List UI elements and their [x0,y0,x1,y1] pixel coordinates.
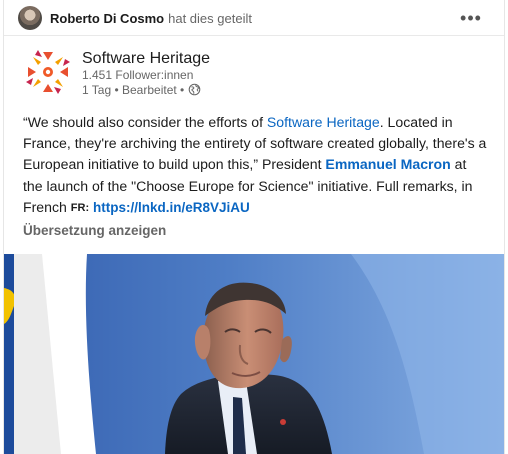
language-label: FR: [70,201,90,214]
emmanuel-macron-mention-link[interactable]: Emmanuel Macron [325,156,450,172]
software-heritage-mention-link[interactable]: Software Heritage [267,114,380,130]
show-translation-button[interactable]: Übersetzung anzeigen [23,223,166,238]
post-text-part: “We should also consider the efforts of [23,114,267,130]
post-time: 1 Tag • Bearbeitet • [82,83,210,97]
linkedin-post-card: Roberto Di Cosmo hat dies geteilt ••• So… [3,0,505,454]
more-icon: ••• [460,7,482,28]
organization-header: Software Heritage 1.451 Follower:innen 1… [22,46,490,104]
share-header: Roberto Di Cosmo hat dies geteilt ••• [18,5,490,31]
post-link[interactable]: https://lnkd.in/eR8VJiAU [93,200,250,215]
more-options-button[interactable]: ••• [458,8,484,28]
post-time-label: 1 Tag • Bearbeitet • [82,82,185,97]
follower-count: 1.451 Follower:innen [82,68,194,83]
organization-name[interactable]: Software Heritage [82,49,210,68]
post-body: “We should also consider the efforts of … [23,112,487,219]
header-divider [4,35,504,36]
post-video-preview[interactable] [4,254,504,454]
organization-meta: Software Heritage 1.451 Follower:innen 1… [82,46,210,97]
avatar[interactable] [18,6,42,30]
share-action-text: hat dies geteilt [168,10,252,26]
macron-video-thumbnail [4,254,504,454]
globe-icon [188,83,201,96]
sharer-name[interactable]: Roberto Di Cosmo [50,11,164,26]
software-heritage-logo-icon[interactable] [22,46,74,98]
